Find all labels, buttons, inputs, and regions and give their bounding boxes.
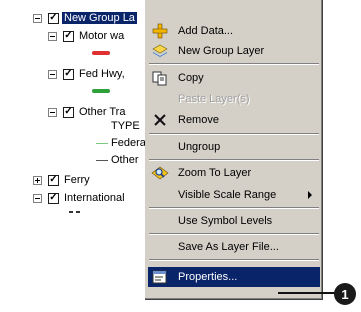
empty-icon-slot (148, 89, 172, 109)
menu-item-label: Properties... (178, 271, 238, 283)
menu-item-use-symbol-levels[interactable]: Use Symbol Levels (148, 211, 320, 231)
legend-line-symbol (96, 142, 108, 144)
menu-item-label: Save As Layer File... (178, 241, 279, 253)
menu-item-label: New Group Layer (178, 45, 265, 57)
menu-item-label: Use Symbol Levels (178, 215, 273, 227)
menu-item-paste-layers[interactable]: Paste Layer(s) (148, 89, 320, 109)
legend-entry-federal[interactable]: Federa (96, 136, 146, 150)
empty-icon-slot (148, 185, 172, 205)
international-symbol[interactable] (69, 211, 83, 213)
tree-node-motorway[interactable]: ✓ Motor wa (48, 28, 124, 44)
menu-separator (149, 133, 319, 135)
menu-item-visible-scale-range[interactable]: Visible Scale Range (148, 185, 320, 205)
layer-visibility-checkbox[interactable]: ✓ (48, 12, 59, 24)
legend-label: Other (111, 154, 139, 166)
copy-icon (148, 68, 172, 88)
menu-item-label: Visible Scale Range (178, 189, 277, 201)
tree-node-fed-hwy[interactable]: ✓ Fed Hwy, (48, 66, 125, 82)
empty-icon-slot (148, 237, 172, 257)
empty-icon-slot (148, 211, 172, 231)
menu-item-label: Paste Layer(s) (178, 93, 250, 105)
submenu-arrow-icon (308, 191, 312, 199)
tree-node-ferry[interactable]: ✓ Ferry (33, 172, 90, 188)
tree-node-label[interactable]: Fed Hwy, (79, 68, 125, 80)
tree-node-other-transport[interactable]: ✓ Other Tra (48, 104, 125, 120)
menu-item-label: Copy (178, 72, 204, 84)
collapse-toggle[interactable] (48, 107, 57, 117)
tree-node-new-group-layer[interactable]: ✓ New Group La (33, 10, 137, 26)
menu-item-ungroup[interactable]: Ungroup (148, 137, 320, 157)
menu-separator (149, 233, 319, 235)
menu-separator (149, 207, 319, 209)
legend-entry-other[interactable]: Other (96, 153, 139, 167)
tree-node-label[interactable]: Motor wa (79, 30, 124, 42)
step-callout-badge: 1 (334, 283, 356, 305)
expand-toggle[interactable] (33, 175, 42, 185)
menu-separator (149, 259, 319, 261)
layer-visibility-checkbox[interactable]: ✓ (63, 68, 74, 80)
fed-hwy-symbol[interactable] (92, 89, 110, 93)
tree-node-label[interactable]: International (64, 192, 125, 204)
group-layer-icon (148, 41, 172, 61)
menu-separator (149, 63, 319, 65)
layer-visibility-checkbox[interactable]: ✓ (63, 106, 74, 118)
menu-item-copy[interactable]: Copy (148, 68, 320, 88)
tree-node-label[interactable]: New Group La (62, 12, 137, 24)
collapse-toggle[interactable] (48, 31, 57, 41)
zoom-to-layer-icon (148, 163, 172, 183)
menu-item-properties[interactable]: Properties... (148, 267, 320, 287)
menu-item-label: Remove (178, 114, 219, 126)
collapse-toggle[interactable] (33, 13, 42, 23)
collapse-toggle[interactable] (33, 193, 42, 203)
tree-node-label[interactable]: Other Tra (79, 106, 125, 118)
layer-context-menu: Add Data... New Group Layer Copy Paste L… (145, 0, 323, 300)
layer-visibility-checkbox[interactable]: ✓ (48, 192, 59, 204)
menu-item-label: Zoom To Layer (178, 167, 252, 179)
tree-node-label[interactable]: Ferry (64, 174, 90, 186)
menu-item-save-as-layer-file[interactable]: Save As Layer File... (148, 237, 320, 257)
motorway-symbol[interactable] (92, 51, 110, 55)
menu-separator (149, 159, 319, 161)
tree-node-international[interactable]: ✓ International (33, 190, 125, 206)
layer-visibility-checkbox[interactable]: ✓ (63, 30, 74, 42)
remove-icon (148, 110, 172, 130)
properties-icon (148, 267, 172, 287)
menu-item-zoom-to-layer[interactable]: Zoom To Layer (148, 163, 320, 183)
legend-field-label: TYPE (111, 120, 140, 132)
legend-label: Federa (111, 137, 146, 149)
menu-item-label: Ungroup (178, 141, 221, 153)
add-data-icon (148, 21, 172, 41)
layer-visibility-checkbox[interactable]: ✓ (48, 174, 59, 186)
menu-item-new-group-layer[interactable]: New Group Layer (148, 41, 320, 61)
menu-item-label: Add Data... (178, 25, 234, 37)
legend-line-symbol (96, 159, 108, 161)
callout-leader-line (278, 292, 338, 294)
menu-item-remove[interactable]: Remove (148, 110, 320, 130)
menu-item-add-data[interactable]: Add Data... (148, 21, 320, 41)
empty-icon-slot (148, 137, 172, 157)
collapse-toggle[interactable] (48, 69, 57, 79)
